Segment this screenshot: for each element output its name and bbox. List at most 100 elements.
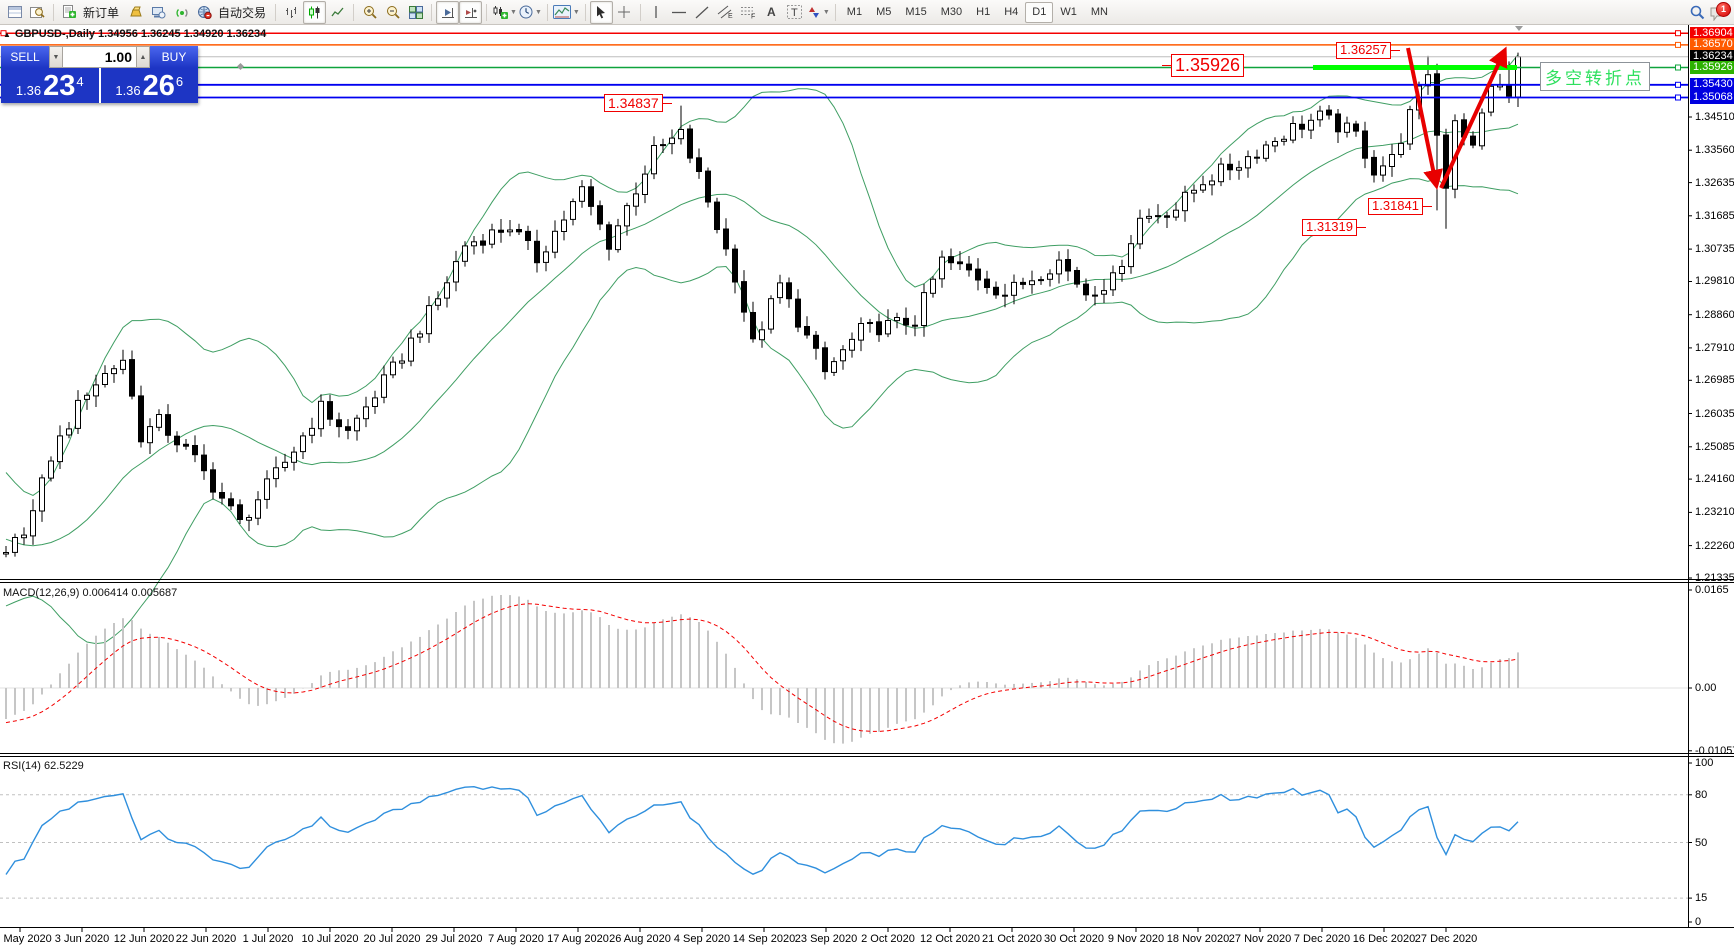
fibonacci-tool-icon[interactable]: F: [737, 1, 760, 24]
bid-price[interactable]: 1.36 23 4: [1, 68, 101, 103]
date-axis-label[interactable]: 3 Jun 2020: [55, 933, 109, 945]
notification-count-badge: 1: [1716, 2, 1731, 17]
date-axis-label[interactable]: 26 Aug 2020: [609, 933, 671, 945]
price-axis-tick: 1.24160: [1695, 473, 1734, 485]
terminal-window-icon[interactable]: [3, 1, 26, 24]
period-clock-icon[interactable]: ▼: [518, 1, 543, 24]
mt4-window: 新订单 自动交易 ▼ ▼ ▼ E F A T ▼ M1 M5: [0, 0, 1734, 950]
chevron-down-icon: ▼: [823, 9, 830, 16]
chart-text-annotation[interactable]: 多空转折点: [1540, 62, 1650, 91]
crosshair-tool-icon[interactable]: [613, 1, 636, 24]
timeframe-w1[interactable]: W1: [1053, 2, 1084, 23]
virtual-hosting-icon[interactable]: [147, 1, 170, 24]
chart-shift-icon[interactable]: [459, 1, 482, 24]
timeframe-h4[interactable]: H4: [997, 2, 1025, 23]
trendline-tool-icon[interactable]: [691, 1, 714, 24]
date-axis-label[interactable]: 4 Sep 2020: [674, 933, 730, 945]
toolbar-separator: [431, 4, 432, 21]
equidistant-channel-tool-icon[interactable]: E: [714, 1, 737, 24]
new-chart-icon[interactable]: ▼: [491, 1, 518, 24]
macd-axis-tick: 0.00: [1695, 682, 1716, 694]
timeframe-m1[interactable]: M1: [840, 2, 869, 23]
gold-symbol-icon[interactable]: [124, 1, 147, 24]
date-axis-label[interactable]: 20 Jul 2020: [364, 933, 421, 945]
one-click-trading-panel: SELL ▼ ▲ BUY 1.36 23 4 1.36 26 6: [1, 46, 198, 103]
timeframe-m30[interactable]: M30: [934, 2, 969, 23]
timeframe-mn[interactable]: MN: [1084, 2, 1115, 23]
price-axis-tick: 1.30735: [1695, 243, 1734, 255]
horizontal-line-tool-icon[interactable]: [668, 1, 691, 24]
date-axis-label[interactable]: 30 Oct 2020: [1044, 933, 1104, 945]
channel-letter: E: [728, 13, 733, 19]
date-axis-label[interactable]: 12 Jun 2020: [114, 933, 175, 945]
volume-increase-button[interactable]: ▲: [136, 46, 150, 68]
date-axis-label[interactable]: 9 Nov 2020: [1108, 933, 1164, 945]
signals-icon[interactable]: [170, 1, 193, 24]
volume-decrease-button[interactable]: ▼: [49, 46, 63, 68]
chart-profile-icon[interactable]: ▼: [552, 1, 581, 24]
auto-scroll-icon[interactable]: [436, 1, 459, 24]
new-order-label[interactable]: 新订单: [81, 4, 124, 21]
candlestick-mode-icon[interactable]: [303, 1, 326, 24]
price-callout[interactable]: 1.31841: [1368, 198, 1423, 215]
price-callout[interactable]: 1.34837: [604, 94, 663, 112]
text-tool-icon[interactable]: A: [760, 1, 783, 24]
search-icon[interactable]: [1686, 1, 1709, 24]
chevron-up-icon: ▲: [140, 54, 147, 61]
bar-chart-mode-icon[interactable]: [280, 1, 303, 24]
autotrading-icon[interactable]: [193, 1, 216, 24]
date-axis-label[interactable]: 7 Dec 2020: [1294, 933, 1350, 945]
price-axis-tick: 1.34510: [1695, 111, 1734, 123]
zoom-in-icon[interactable]: [358, 1, 381, 24]
date-axis-label[interactable]: 1 Jul 2020: [243, 933, 294, 945]
label-letter: T: [791, 7, 798, 19]
buy-button[interactable]: BUY: [150, 46, 198, 68]
price-callout[interactable]: 1.36257: [1336, 42, 1391, 59]
toolbar-separator: [640, 4, 641, 21]
date-axis-label[interactable]: 27 Nov 2020: [1229, 933, 1291, 945]
market-watch-search-icon[interactable]: [26, 1, 49, 24]
date-axis-label[interactable]: 10 Jul 2020: [302, 933, 359, 945]
date-axis-label[interactable]: 14 Sep 2020: [733, 933, 795, 945]
date-axis-label[interactable]: 27 Dec 2020: [1415, 933, 1477, 945]
autotrading-label[interactable]: 自动交易: [216, 4, 271, 21]
line-chart-mode-icon[interactable]: [326, 1, 349, 24]
chart-title: ▲ GBPUSD-,Daily 1.34956 1.36245 1.34920 …: [3, 28, 266, 40]
ask-price-prefix: 1.36: [115, 83, 140, 98]
date-axis-label[interactable]: 23 Sep 2020: [795, 933, 857, 945]
chart-area[interactable]: [0, 25, 1734, 950]
date-axis-label[interactable]: 21 Oct 2020: [982, 933, 1042, 945]
date-axis-label[interactable]: 25 May 2020: [0, 933, 52, 945]
rsi-axis-tick: 0: [1695, 916, 1701, 928]
vertical-line-tool-icon[interactable]: [645, 1, 668, 24]
ask-price[interactable]: 1.36 26 6: [101, 68, 199, 103]
zoom-out-icon[interactable]: [381, 1, 404, 24]
new-order-icon[interactable]: [58, 1, 81, 24]
sell-button[interactable]: SELL: [1, 46, 49, 68]
price-callout[interactable]: 1.35926: [1171, 54, 1244, 77]
timeframe-m15[interactable]: M15: [898, 2, 933, 23]
toolbar-separator: [486, 4, 487, 21]
price-axis-tick: 1.27910: [1695, 342, 1734, 354]
price-axis-tick: 1.33560: [1695, 144, 1734, 156]
ask-price-pip: 6: [176, 74, 183, 89]
timeframe-m5[interactable]: M5: [869, 2, 898, 23]
date-axis-label[interactable]: 22 Jun 2020: [176, 933, 237, 945]
notifications-button[interactable]: 1: [1709, 2, 1731, 23]
date-axis-label[interactable]: 2 Oct 2020: [861, 933, 915, 945]
timeframe-h1[interactable]: H1: [969, 2, 997, 23]
date-axis-label[interactable]: 12 Oct 2020: [920, 933, 980, 945]
date-axis-label[interactable]: 7 Aug 2020: [488, 933, 544, 945]
volume-input[interactable]: [63, 46, 136, 68]
text-label-tool-icon[interactable]: T: [783, 1, 806, 24]
date-axis-label[interactable]: 29 Jul 2020: [426, 933, 483, 945]
date-axis-label[interactable]: 18 Nov 2020: [1167, 933, 1229, 945]
price-callout[interactable]: 1.31319: [1302, 219, 1357, 236]
timeframe-d1[interactable]: D1: [1025, 2, 1053, 23]
tile-windows-icon[interactable]: [404, 1, 427, 24]
date-axis-label[interactable]: 16 Dec 2020: [1353, 933, 1415, 945]
arrows-tool-icon[interactable]: ▼: [806, 1, 831, 24]
date-axis-label[interactable]: 17 Aug 2020: [547, 933, 609, 945]
toolbar: 新订单 自动交易 ▼ ▼ ▼ E F A T ▼ M1 M5: [0, 0, 1734, 25]
cursor-tool-icon[interactable]: [590, 1, 613, 24]
